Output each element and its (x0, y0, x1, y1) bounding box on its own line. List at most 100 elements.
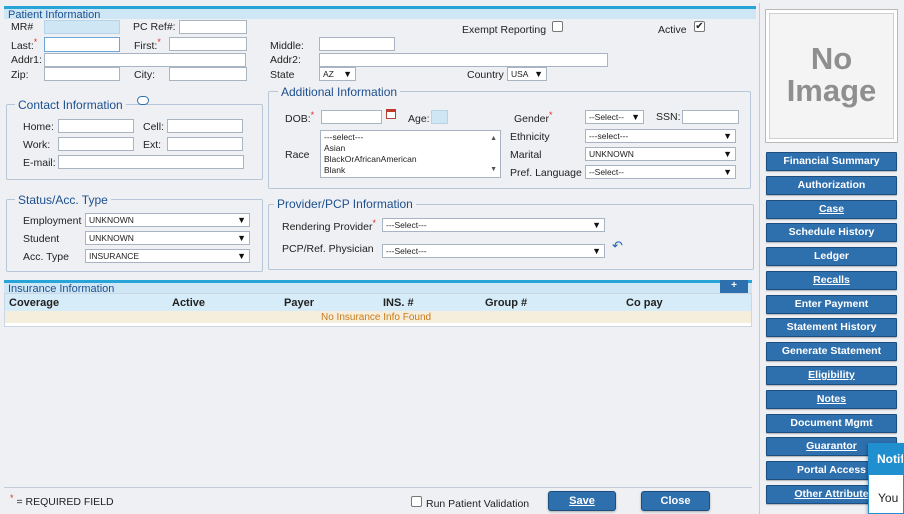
employment-select[interactable]: UNKNOWN ▼ (85, 213, 250, 227)
scroll-up-icon[interactable]: ▲ (490, 133, 497, 144)
notification-title: Notifi (877, 452, 904, 466)
ssn-field[interactable] (682, 110, 739, 124)
document-mgmt-button[interactable]: Document Mgmt (766, 414, 897, 433)
required-field-text: = REQUIRED FIELD (16, 496, 114, 508)
work-phone-field[interactable] (58, 137, 134, 151)
required-field-note: * = REQUIRED FIELD (10, 493, 114, 508)
country-label: Country (467, 69, 504, 81)
cell-phone-field[interactable] (167, 119, 243, 133)
eligibility-button[interactable]: Eligibility (766, 366, 897, 385)
rendering-provider-value: ---Select--- (386, 220, 427, 230)
generate-statement-button[interactable]: Generate Statement (766, 342, 897, 361)
case-button[interactable]: Case (766, 200, 897, 219)
city-field[interactable] (169, 67, 247, 81)
last-name-field[interactable] (44, 37, 120, 52)
employment-value: UNKNOWN (89, 215, 134, 225)
zip-field[interactable] (44, 67, 120, 81)
student-select[interactable]: UNKNOWN ▼ (85, 231, 250, 245)
first-name-field[interactable] (169, 37, 247, 51)
mr-field[interactable] (44, 20, 120, 34)
marital-select[interactable]: UNKNOWN ▼ (585, 147, 736, 161)
patient-info-header: Patient Information (4, 6, 756, 21)
required-star: * (310, 110, 315, 120)
status-legend: Status/Acc. Type (15, 193, 111, 207)
middle-name-field[interactable] (319, 37, 395, 51)
ledger-button[interactable]: Ledger (766, 247, 897, 266)
col-ins-number: INS. # (383, 297, 414, 309)
chevron-down-icon: ▼ (592, 220, 601, 230)
ethnicity-select[interactable]: ---select--- ▼ (585, 129, 736, 143)
chevron-down-icon: ▼ (723, 167, 732, 177)
recalls-button[interactable]: Recalls (766, 271, 897, 290)
chevron-down-icon: ▼ (237, 251, 246, 261)
required-star: * (33, 37, 38, 47)
middle-name-label: Middle: (270, 40, 304, 52)
city-label: City: (134, 69, 155, 81)
race-option[interactable]: BlackOrAfricanAmerican (324, 154, 497, 165)
email-field[interactable] (58, 155, 244, 169)
race-listbox[interactable]: ---select--- Asian BlackOrAfricanAmerica… (320, 130, 501, 178)
addr2-field[interactable] (319, 53, 608, 67)
first-name-label-text: First: (134, 40, 158, 52)
student-label: Student (23, 233, 60, 245)
race-option[interactable]: Blank (324, 165, 497, 176)
country-value: USA (511, 69, 529, 79)
country-select[interactable]: USA ▼ (507, 67, 547, 81)
race-label: Race (285, 149, 310, 161)
exempt-reporting-checkbox[interactable] (552, 21, 563, 32)
race-option[interactable]: ---select--- (324, 132, 497, 143)
calendar-icon[interactable] (386, 109, 396, 119)
addr1-field[interactable] (44, 53, 246, 67)
patient-photo[interactable]: No Image (765, 9, 898, 143)
chevron-down-icon: ▼ (534, 69, 543, 79)
work-phone-label: Work: (23, 139, 51, 151)
required-star: * (157, 37, 161, 47)
enter-payment-button[interactable]: Enter Payment (766, 295, 897, 314)
first-name-label: First:* (134, 37, 161, 52)
no-image-line1: No (810, 41, 853, 76)
additional-info-legend: Additional Information (278, 85, 401, 99)
acc-type-select[interactable]: INSURANCE ▼ (85, 249, 250, 263)
chat-bubble-icon[interactable] (137, 96, 149, 105)
close-button[interactable]: Close (641, 491, 710, 511)
last-name-label: Last:* (11, 37, 38, 52)
pref-language-select[interactable]: --Select-- ▼ (585, 165, 736, 179)
pcref-label: PC Ref#: (133, 21, 176, 33)
undo-arrow-icon[interactable]: ↶ (612, 238, 623, 254)
contact-info-legend: Contact Information (15, 98, 126, 112)
active-checkbox[interactable]: ✔ (694, 21, 705, 32)
add-insurance-button[interactable]: + (720, 280, 748, 293)
addr2-label: Addr2: (270, 54, 301, 66)
gender-label-text: Gender (514, 113, 550, 125)
notification-popup[interactable]: Notifi You (868, 443, 904, 514)
pcref-field[interactable] (179, 20, 247, 34)
save-button[interactable]: Save (548, 491, 616, 511)
authorization-button[interactable]: Authorization (766, 176, 897, 195)
financial-summary-button[interactable]: Financial Summary (766, 152, 897, 171)
scroll-down-icon[interactable]: ▼ (490, 164, 497, 175)
dob-field[interactable] (321, 110, 382, 124)
ext-field[interactable] (167, 137, 243, 151)
rendering-provider-select[interactable]: ---Select--- ▼ (382, 218, 605, 232)
cell-phone-label: Cell: (143, 121, 165, 133)
marital-value: UNKNOWN (589, 149, 634, 159)
age-field (431, 110, 448, 124)
home-phone-field[interactable] (58, 119, 134, 133)
schedule-history-button[interactable]: Schedule History (766, 223, 897, 242)
state-value: AZ (323, 69, 334, 79)
student-value: UNKNOWN (89, 233, 134, 243)
run-validation-checkbox[interactable] (411, 496, 422, 507)
notification-body: You (878, 491, 899, 505)
pcp-physician-select[interactable]: ---Select--- ▼ (382, 244, 605, 258)
age-label: Age: (408, 113, 430, 125)
dob-label-text: DOB: (285, 113, 311, 125)
statement-history-button[interactable]: Statement History (766, 318, 897, 337)
race-option[interactable]: Asian (324, 143, 497, 154)
home-phone-label: Home: (23, 121, 54, 133)
notes-button[interactable]: Notes (766, 390, 897, 409)
email-label: E-mail: (23, 157, 56, 169)
provider-legend: Provider/PCP Information (274, 197, 416, 211)
employment-label: Employment (23, 215, 82, 227)
gender-select[interactable]: --Select-- ▼ (585, 110, 644, 124)
state-select[interactable]: AZ ▼ (319, 67, 356, 81)
